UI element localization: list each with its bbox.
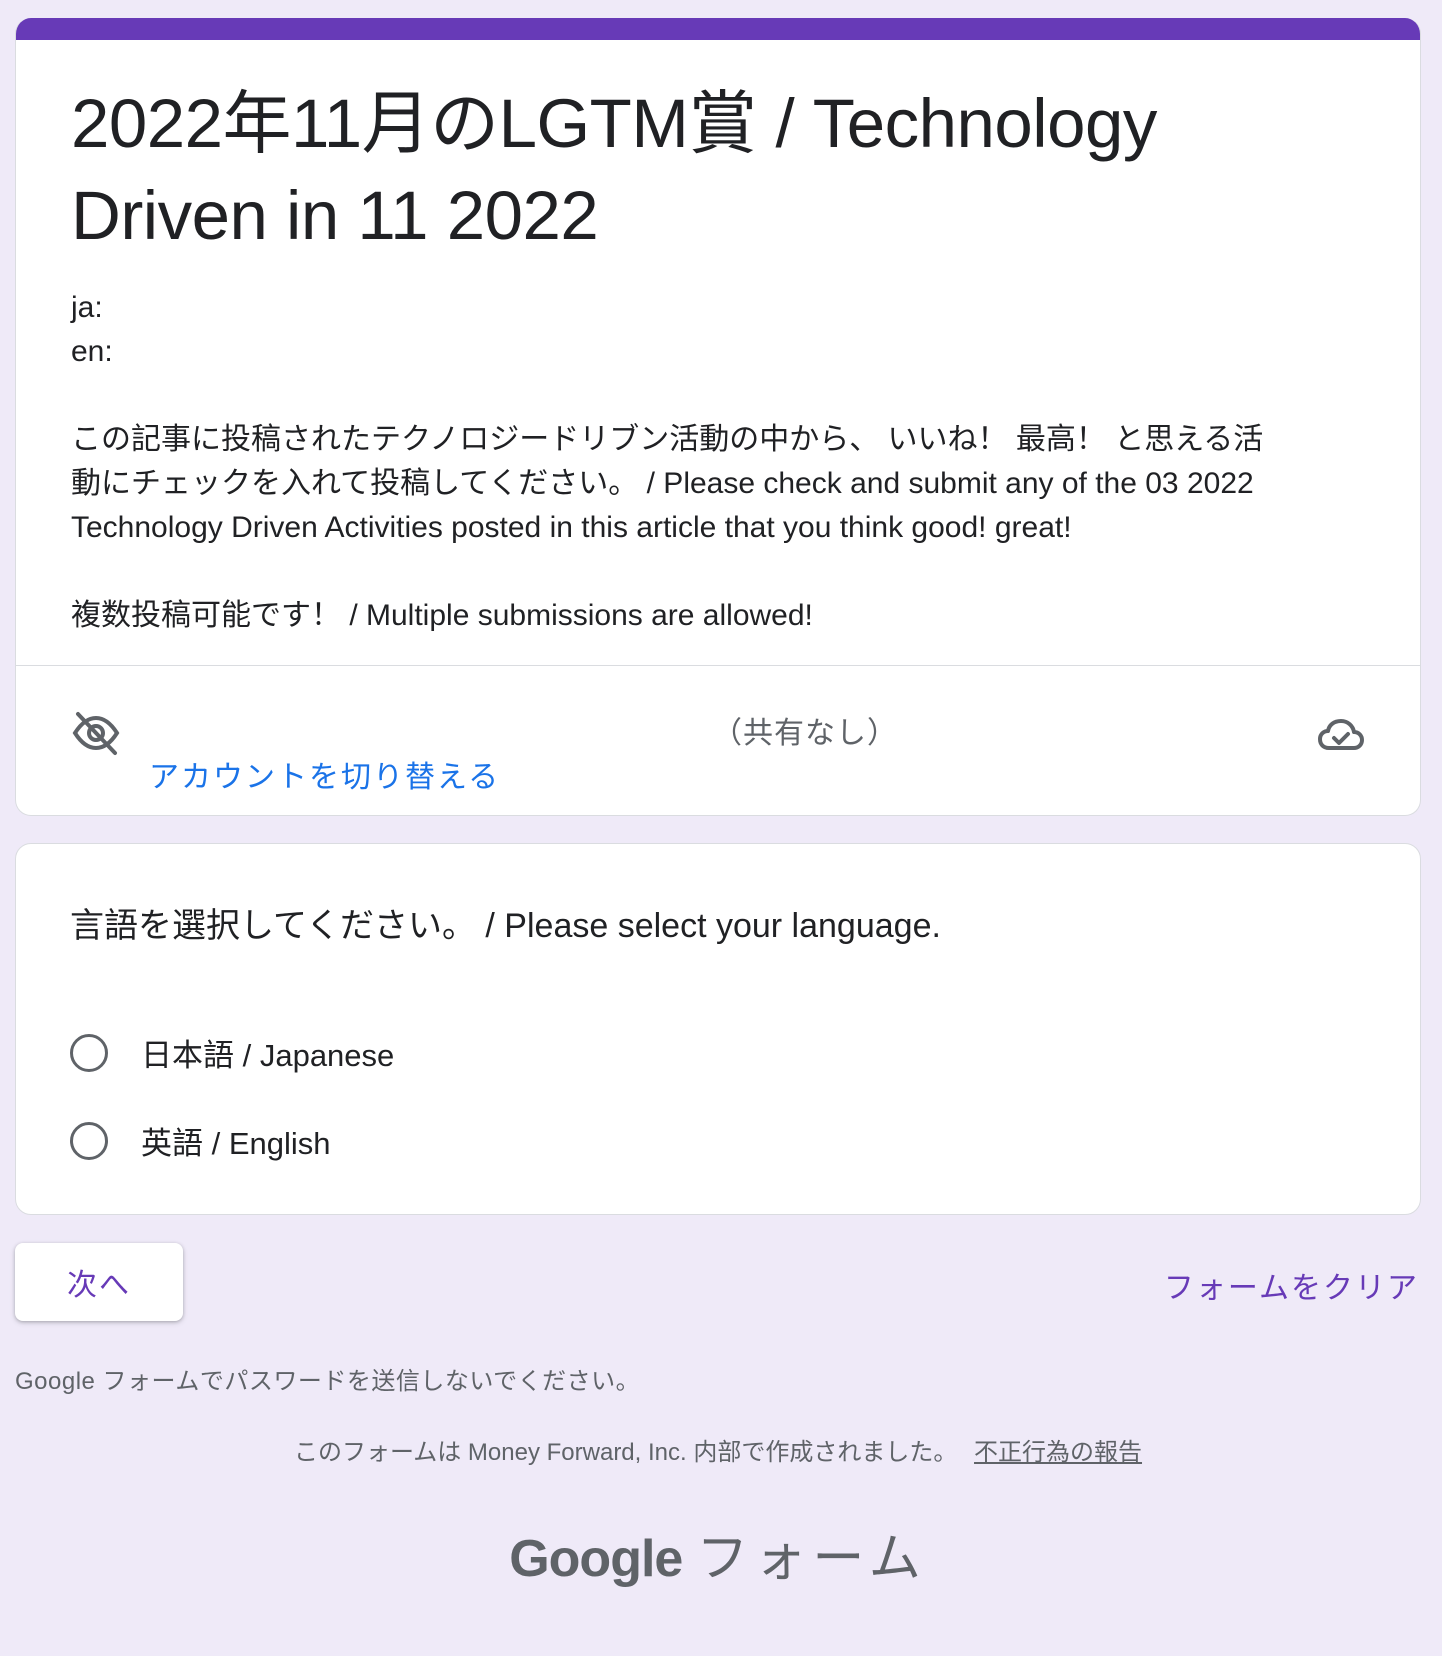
sharing-status: （共有なし） xyxy=(712,717,898,750)
report-abuse-link[interactable]: 不正行為の報告 xyxy=(974,1439,1142,1466)
brand-google-text: Google xyxy=(509,1530,683,1588)
form-title-line-2: Driven in 11 2022 xyxy=(71,177,599,254)
next-button[interactable]: 次へ xyxy=(15,1243,183,1321)
radio-english[interactable] xyxy=(70,1121,108,1160)
desc-main-line-2: 動にチェックを入れて投稿してください。 / Please check and s… xyxy=(71,467,1254,500)
google-forms-logo[interactable]: Google フォーム xyxy=(15,1516,1421,1591)
created-by-text: このフォームは Money Forward, Inc. 内部で作成されました。 xyxy=(293,1439,958,1466)
desc-en: en: xyxy=(71,335,113,368)
radio-japanese[interactable] xyxy=(70,1033,108,1072)
brand-forms-text: フォーム xyxy=(696,1530,927,1588)
desc-main-line-3: Technology Driven Activities posted in t… xyxy=(71,511,1072,544)
option-japanese[interactable]: 日本語 / Japanese xyxy=(70,1030,394,1075)
clear-form-button[interactable]: フォームをクリア xyxy=(1164,1263,1419,1307)
divider xyxy=(16,665,1420,666)
option-english[interactable]: 英語 / English xyxy=(70,1118,331,1163)
form-description: ja: en: この記事に投稿されたテクノロジードリブン活動の中から、 いいね！… xyxy=(71,286,1361,638)
form-title: 2022年11月のLGTM賞 / Technology Driven in 11… xyxy=(71,78,1331,262)
password-warning: Google フォームでパスワードを送信しないでください。 xyxy=(15,1368,641,1395)
option-label-english: 英語 / English xyxy=(141,1126,331,1161)
question-title: 言語を選択してください。 / Please select your langua… xyxy=(70,907,941,945)
cloud-check-icon xyxy=(1318,719,1364,750)
accent-bar xyxy=(16,18,1420,40)
option-label-japanese: 日本語 / Japanese xyxy=(141,1038,395,1073)
form-header-card: 2022年11月のLGTM賞 / Technology Driven in 11… xyxy=(15,18,1421,816)
eye-off-icon xyxy=(72,712,120,755)
desc-main-line-1: この記事に投稿されたテクノロジードリブン活動の中から、 いいね！ 最高！ と思え… xyxy=(71,423,1264,456)
form-title-line-1: 2022年11月のLGTM賞 / Technology xyxy=(71,85,1157,162)
form-container: 2022年11月のLGTM賞 / Technology Driven in 11… xyxy=(15,18,1421,1588)
desc-ja: ja: xyxy=(71,291,103,324)
footer-created-by: このフォームは Money Forward, Inc. 内部で作成されました。 … xyxy=(15,1432,1421,1467)
desc-multiple-submissions: 複数投稿可能です！ / Multiple submissions are all… xyxy=(71,599,813,632)
switch-account-link[interactable]: アカウントを切り替える xyxy=(149,752,500,796)
